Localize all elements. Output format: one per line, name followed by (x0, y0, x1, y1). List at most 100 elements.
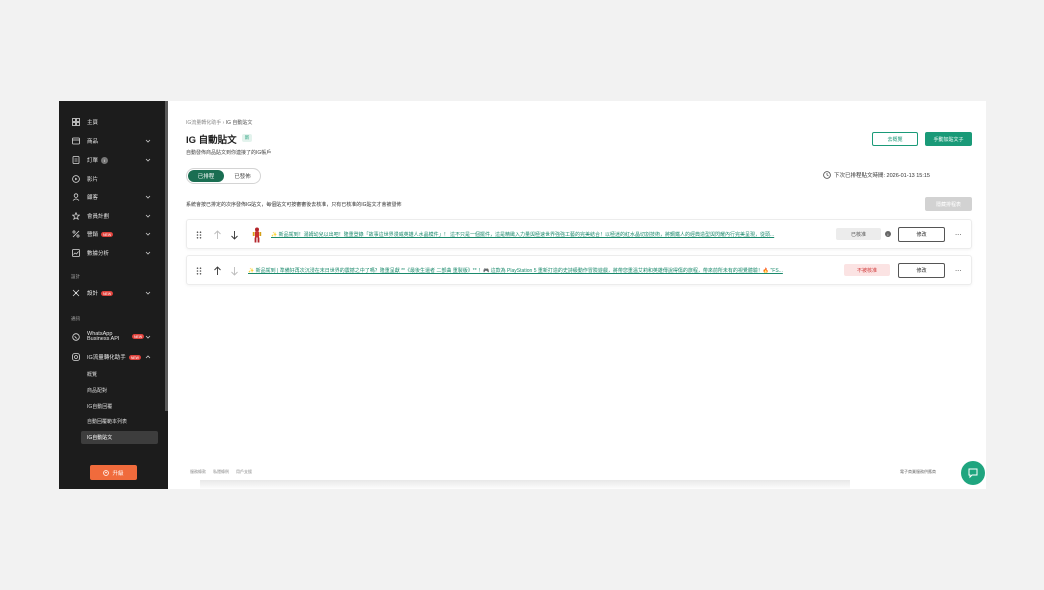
sidebar-item-label: 營銷 NEW (87, 230, 114, 238)
more-options-icon[interactable]: ··· (952, 228, 964, 240)
footer-links: 服務條款 私隱條例 用戶支援 (190, 469, 252, 475)
instagram-icon (71, 353, 80, 362)
sidebar-item-customers[interactable]: 顧客 (59, 189, 168, 205)
star-icon (71, 212, 80, 221)
marketing-label: 營銷 (87, 232, 99, 238)
arrow-down-icon[interactable] (230, 266, 239, 276)
edit-button[interactable]: 修改 (898, 263, 945, 278)
sidebar-item-analytics[interactable]: 數據分析 (59, 245, 168, 261)
chevron-down-icon (145, 139, 151, 143)
drag-handle-icon[interactable] (196, 231, 202, 239)
sidebar-item-membership[interactable]: 會員計劃 (59, 208, 168, 224)
footer-link-support[interactable]: 用戶支援 (236, 469, 252, 475)
arrow-up-icon[interactable] (213, 230, 222, 240)
next-schedule-text: 下次已排程貼文時間: 2026-01-13 15:15 (834, 173, 930, 179)
chevron-down-icon (145, 232, 151, 236)
chat-icon (968, 468, 978, 479)
sidebar-item-ig-assistant[interactable]: IG流量轉化助手 NEW (59, 349, 168, 365)
upgrade-label: 升級 (112, 470, 124, 477)
upgrade-button[interactable]: 升級 (90, 465, 137, 480)
section-label-design: 設計 (71, 274, 80, 279)
sidebar-item-whatsapp[interactable]: WhatsApp Business API NEW (59, 327, 168, 347)
arrow-up-icon[interactable] (213, 266, 222, 276)
sidebar-item-label: 影片 (87, 177, 99, 183)
app-window: 主頁 商品 訂單 i 影片 顧客 會員計劃 營銷 NEW 數據分析 設計 設計 … (59, 101, 986, 489)
next-schedule: 下次已排程貼文時間: 2026-01-13 15:15 (823, 171, 930, 179)
whatsapp-label-2: Business API (87, 336, 120, 342)
chevron-down-icon (145, 158, 151, 162)
design-label: 設計 (87, 291, 99, 297)
chat-button[interactable] (961, 461, 985, 485)
breadcrumb-separator: › (222, 120, 225, 126)
sidebar-item-marketing[interactable]: 營銷 NEW (59, 226, 168, 242)
footer-link-privacy[interactable]: 私隱條例 (213, 469, 229, 475)
new-badge: NEW (101, 232, 114, 238)
sidebar-item-design[interactable]: 設計 NEW (59, 285, 168, 301)
percent-icon (71, 230, 80, 239)
info-badge: i (101, 157, 109, 165)
chevron-down-icon (145, 251, 151, 255)
post-caption-link[interactable]: ✨ 新品駕到！湯姆幼兒以出吧！隆重登錄「故事這世界漫威英雄人水晶模件」！ 這不只… (271, 231, 823, 239)
new-badge: NEW (132, 334, 145, 339)
ig-label: IG流量轉化助手 (87, 355, 126, 361)
title-badge: 新 (242, 134, 252, 142)
status-badge: 已核准 (836, 228, 881, 240)
sidebar-item-products[interactable]: 商品 (59, 133, 168, 149)
sidebar-item-label: 商品 (87, 139, 99, 145)
sidebar: 主頁 商品 訂單 i 影片 顧客 會員計劃 營銷 NEW 數據分析 設計 設計 … (59, 101, 168, 489)
sidebar-subitem-reply-templates[interactable]: 自動回覆範本列表 (81, 415, 158, 428)
sidebar-item-label: WhatsApp Business API (87, 331, 120, 343)
footer-link-terms[interactable]: 服務條款 (190, 469, 206, 475)
status-badge: 不被核准 (844, 264, 890, 276)
hide-schedule-button: 隱藏排程表 (925, 197, 972, 211)
customer-icon (71, 193, 80, 202)
analytics-icon (71, 249, 80, 258)
page-description: 自動發佈商品貼文到你連接了的IG帳戶 (186, 150, 272, 156)
sidebar-subitem-ig-autoreply[interactable]: IG自動回覆 (81, 400, 158, 413)
sidebar-item-orders[interactable]: 訂單 i (59, 152, 168, 168)
tab-scheduled[interactable]: 已排程 (188, 170, 224, 182)
whatsapp-icon (71, 333, 80, 342)
status-toggle: 已排程 已發佈 (186, 168, 261, 184)
sidebar-subitem-ig-autopost[interactable]: IG自動貼文 (81, 431, 158, 444)
sidebar-item-label: 顧客 (87, 195, 99, 201)
sidebar-item-home[interactable]: 主頁 (59, 114, 168, 130)
sidebar-item-label: 設計 NEW (87, 289, 114, 297)
breadcrumb-parent[interactable]: IG流量轉化助手 (186, 120, 221, 126)
post-caption-link[interactable]: ✨ 新品駕到 | 準備好再次沉浸在末日世界的震撼之中了嗎？隆重呈獻 **《最後生… (248, 267, 834, 275)
new-badge: NEW (128, 355, 141, 361)
post-thumbnail (252, 227, 262, 243)
breadcrumb: IG流量轉化助手 › IG 自動貼文 (186, 119, 252, 126)
sidebar-subitem-product-match[interactable]: 商品配對 (81, 384, 158, 397)
sidebar-item-videos[interactable]: 影片 (59, 171, 168, 187)
more-options-icon[interactable]: ··· (952, 264, 964, 276)
footer-provider: 電子商業服務供應商 (900, 469, 936, 474)
page-title: IG 自動貼文 (186, 135, 237, 146)
tab-published[interactable]: 已發佈 (226, 170, 259, 182)
post-row: ✨ 新品駕到！湯姆幼兒以出吧！隆重登錄「故事這世界漫威英雄人水晶模件」！ 這不只… (186, 219, 972, 249)
upgrade-icon (103, 469, 110, 476)
edit-button[interactable]: 修改 (898, 227, 945, 242)
product-icon (71, 137, 80, 146)
sidebar-item-label: 數據分析 (87, 251, 110, 257)
video-icon (71, 175, 80, 184)
sidebar-subitem-overview[interactable]: 概覽 (81, 368, 158, 381)
order-icon (71, 156, 80, 165)
info-icon[interactable]: i (885, 231, 891, 237)
main-content: IG流量轉化助手 › IG 自動貼文 IG 自動貼文 新 自動發佈商品貼文到你連… (168, 101, 986, 489)
chevron-down-icon (145, 291, 151, 295)
preview-button[interactable]: 去概覽 (872, 132, 918, 146)
breadcrumb-current: IG 自動貼文 (225, 120, 253, 126)
notice-text: 系統會按已排定的次序發佈IG貼文，每個貼文可按審審後去核准，只有已核准的IG貼文… (186, 202, 402, 208)
dashboard-icon (71, 118, 80, 127)
chevron-up-icon (145, 355, 151, 359)
add-post-button[interactable]: 手動加貼文子 (925, 132, 972, 146)
sidebar-item-label: 訂單 i (87, 156, 109, 165)
arrow-down-icon[interactable] (230, 230, 239, 240)
new-badge: NEW (101, 291, 114, 297)
brush-icon (71, 289, 80, 298)
drag-handle-icon[interactable] (196, 267, 202, 275)
section-label-channel: 通訊 (71, 316, 80, 321)
clock-icon (823, 171, 831, 179)
chevron-down-icon (145, 195, 151, 199)
